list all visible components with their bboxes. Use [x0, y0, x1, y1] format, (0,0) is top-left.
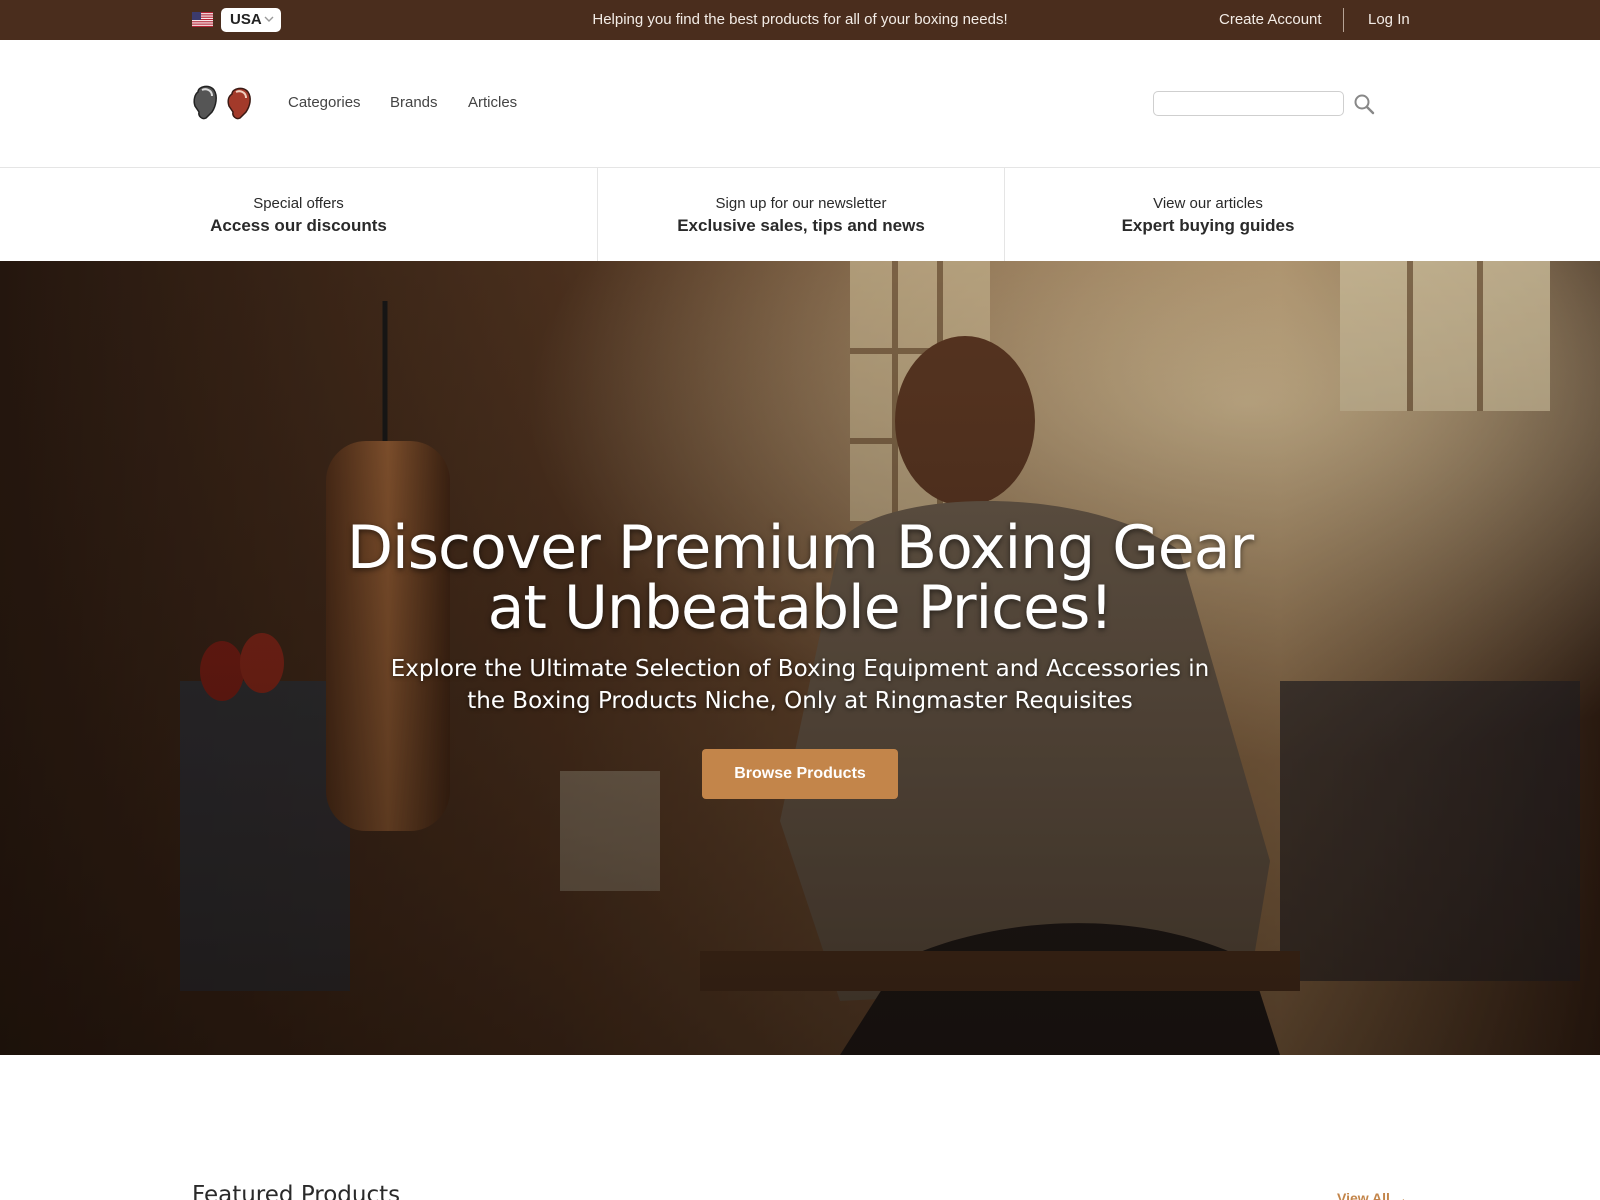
hero-subtitle: Explore the Ultimate Selection of Boxing… — [360, 653, 1240, 717]
nav-brands[interactable]: Brands — [390, 94, 438, 111]
hero-banner: Discover Premium Boxing Gear at Unbeatab… — [0, 261, 1600, 1055]
hero-title-line-2: at Unbeatable Prices! — [487, 573, 1114, 643]
feature-caption: View our articles — [1153, 195, 1263, 212]
feature-caption: Sign up for our newsletter — [715, 195, 887, 212]
feature-articles[interactable]: View our articles Expert buying guides — [1005, 168, 1411, 261]
nav-articles[interactable]: Articles — [468, 94, 517, 111]
divider — [1343, 8, 1344, 32]
nav-categories[interactable]: Categories — [288, 94, 361, 111]
hero-title: Discover Premium Boxing Gear at Unbeatab… — [300, 518, 1300, 638]
search-input[interactable] — [1153, 91, 1344, 116]
hero-subtitle-line-2: the Boxing Products Niche, Only at Ringm… — [467, 688, 1133, 714]
hero-subtitle-line-1: Explore the Ultimate Selection of Boxing… — [390, 656, 1210, 682]
featured-products-title: Featured Products — [192, 1182, 401, 1200]
feature-heading: Expert buying guides — [1121, 216, 1295, 235]
feature-heading: Exclusive sales, tips and news — [677, 216, 925, 235]
search-icon[interactable] — [1353, 93, 1375, 115]
feature-newsletter[interactable]: Sign up for our newsletter Exclusive sal… — [598, 168, 1004, 261]
feature-caption: Special offers — [253, 195, 344, 212]
create-account-link[interactable]: Create Account — [1219, 0, 1322, 40]
view-all-link[interactable]: View All → — [1337, 1190, 1408, 1200]
tagline: Helping you find the best products for a… — [592, 11, 1008, 28]
browse-products-button[interactable]: Browse Products — [702, 749, 898, 799]
feature-special-offers[interactable]: Special offers Access our discounts — [0, 168, 597, 261]
feature-strip: Special offers Access our discounts Sign… — [0, 168, 1600, 261]
boxing-gloves-logo[interactable] — [192, 84, 258, 122]
site-header: Categories Brands Articles — [0, 40, 1600, 168]
login-link[interactable]: Log In — [1368, 0, 1410, 40]
top-announcement-bar: USA Helping you find the best products f… — [0, 0, 1600, 40]
feature-heading: Access our discounts — [210, 216, 387, 235]
